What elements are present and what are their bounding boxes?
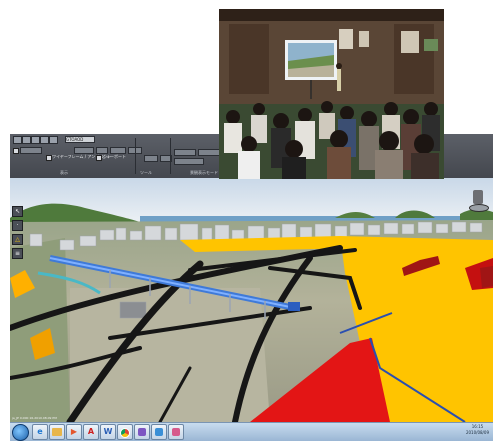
chrome-icon[interactable] bbox=[117, 424, 133, 440]
paint-icon[interactable] bbox=[134, 424, 150, 440]
layers-icon[interactable]: ≡ bbox=[12, 248, 23, 259]
view-combo[interactable]: GTOAOD bbox=[65, 136, 95, 143]
print-icon[interactable] bbox=[49, 136, 58, 144]
ribbon-group-label: ツール bbox=[140, 170, 152, 175]
remote-icon[interactable] bbox=[151, 424, 167, 440]
ribbon-group-label: 景観表示モード bbox=[190, 170, 218, 175]
clock-date: 2010/08/09 bbox=[465, 430, 489, 435]
option-check-a[interactable] bbox=[13, 148, 19, 154]
media-player-icon[interactable]: ▶ bbox=[66, 424, 82, 440]
pdf-icon[interactable]: A bbox=[83, 424, 99, 440]
status-bar: ja_JP 0.000 16-2010.08.09 PM bbox=[12, 416, 57, 420]
windows-taskbar: e ▶ A W 16:15 2010/08/09 bbox=[10, 422, 493, 441]
warning-icon[interactable]: △ bbox=[12, 234, 23, 245]
explorer-folder-icon[interactable] bbox=[49, 424, 65, 440]
seminar-photo bbox=[219, 9, 444, 179]
internet-explorer-icon[interactable]: e bbox=[32, 424, 48, 440]
taskbar-icon-glyph: A bbox=[87, 427, 95, 436]
3d-city-viewport[interactable]: ↖ · △ ≡ ja_JP 0.000 16-2010.08.09 PM bbox=[10, 178, 493, 422]
ribbon-divider bbox=[135, 138, 136, 174]
select-icon[interactable]: ↖ bbox=[12, 206, 23, 217]
option-field-a[interactable] bbox=[20, 147, 42, 154]
measure-icon[interactable]: · bbox=[12, 220, 23, 231]
ribbon-group-label: 表示 bbox=[60, 170, 68, 175]
param-field-8[interactable] bbox=[198, 149, 220, 156]
start-button[interactable] bbox=[12, 424, 29, 441]
undo-icon[interactable] bbox=[31, 136, 40, 144]
param-field-9[interactable] bbox=[174, 158, 204, 165]
system-clock[interactable]: 16:15 2010/08/09 bbox=[466, 424, 489, 436]
ribbon-divider bbox=[170, 138, 171, 174]
taskbar-icon-glyph: e bbox=[37, 427, 43, 436]
param-field-3[interactable] bbox=[110, 147, 126, 154]
app-icon[interactable] bbox=[168, 424, 184, 440]
param-field-1[interactable] bbox=[74, 147, 94, 154]
viewport-checkbox-label: ビューポート bbox=[102, 154, 126, 159]
param-field-5[interactable] bbox=[144, 155, 158, 162]
seminar-photo-image bbox=[219, 9, 444, 179]
word-icon[interactable]: W bbox=[100, 424, 116, 440]
redo-icon[interactable] bbox=[40, 136, 49, 144]
param-field-2[interactable] bbox=[96, 147, 108, 154]
save-icon[interactable] bbox=[22, 136, 31, 144]
param-field-7[interactable] bbox=[174, 149, 196, 156]
taskbar-icon-glyph: ▶ bbox=[70, 427, 78, 436]
navigation-cube-icon[interactable] bbox=[469, 190, 489, 214]
app-menu-button[interactable] bbox=[13, 136, 22, 144]
3d-city-scene bbox=[10, 178, 493, 422]
taskbar-icon-glyph: W bbox=[103, 427, 113, 436]
